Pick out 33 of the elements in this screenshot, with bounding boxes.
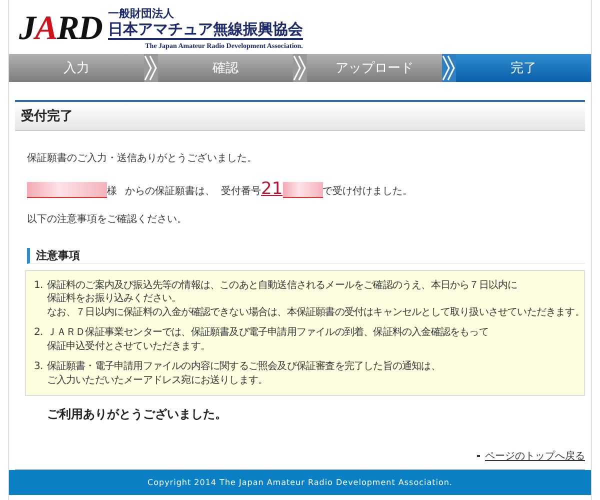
honorific-text: 様 (107, 184, 117, 198)
item-number: 1. (34, 278, 43, 292)
progress-step: 完了 (456, 54, 591, 82)
notice-line: 保証申込受付とさせていただきます。 (46, 340, 211, 353)
notice-line: ＪＡＲＤ保証事業センターでは、保証願書及び電子申請用ファイルの到着、保証料の入金確認をもって (46, 326, 488, 340)
receipt-number: 21 (261, 180, 283, 198)
footer-copyright: Copyright 2014 The Japan Amateur Radio Development Association. (9, 470, 591, 495)
logo-wordmark: JARD (19, 12, 102, 46)
notice-heading: 注意事項 (27, 248, 585, 264)
progress-step: アップロード (307, 54, 442, 82)
closing-text: ご利用ありがとうございました。 (47, 406, 228, 423)
notice-line: 保証願書・電子申請用ファイルの内容に関するご照会及び保証審査を完了した旨の通知は、 (46, 360, 440, 374)
progress-step: 確認 (158, 54, 293, 82)
redacted-block (282, 182, 323, 198)
progress-step: 入力 (9, 54, 144, 82)
item-number: 2. (34, 326, 43, 340)
number-label: 受付番号 (221, 184, 261, 198)
page-title: 受付完了 (15, 100, 585, 130)
from-text: からの保証願書は、 (125, 184, 215, 198)
notice-line: 保証料をお振り込みください。 (46, 292, 182, 306)
back-to-top-link[interactable]: ページのトップへ戻る (485, 449, 585, 463)
confirm-text: 以下の注意事項をご確認ください。 (27, 214, 188, 226)
chevron-icon (144, 54, 158, 82)
notice-line: なお、７日以内に保証料の入金が確認できない場合は、本保証願書の受付はキャンセルとして取り扱いさせていただきます。 (46, 306, 584, 319)
suffix-text: で受け付けました。 (322, 184, 413, 198)
notice-line: ご入力いただいたメーアドレス宛にお送りします。 (46, 374, 269, 387)
thanks-text: 保証願書のご入力・送信ありがとうございました。 (27, 152, 258, 164)
notice-line: 保証料のご案内及び振込先等の情報は、このあと自動送信されるメールをご確認のうえ、本日から７日以内に (46, 278, 518, 292)
chevron-icon (442, 54, 456, 82)
item-number: 3. (34, 360, 43, 374)
org-type: 一般財団法人 (108, 8, 175, 20)
org-name: 日本アマチュア無線振興協会 (108, 20, 303, 40)
chevron-icon (293, 54, 307, 82)
